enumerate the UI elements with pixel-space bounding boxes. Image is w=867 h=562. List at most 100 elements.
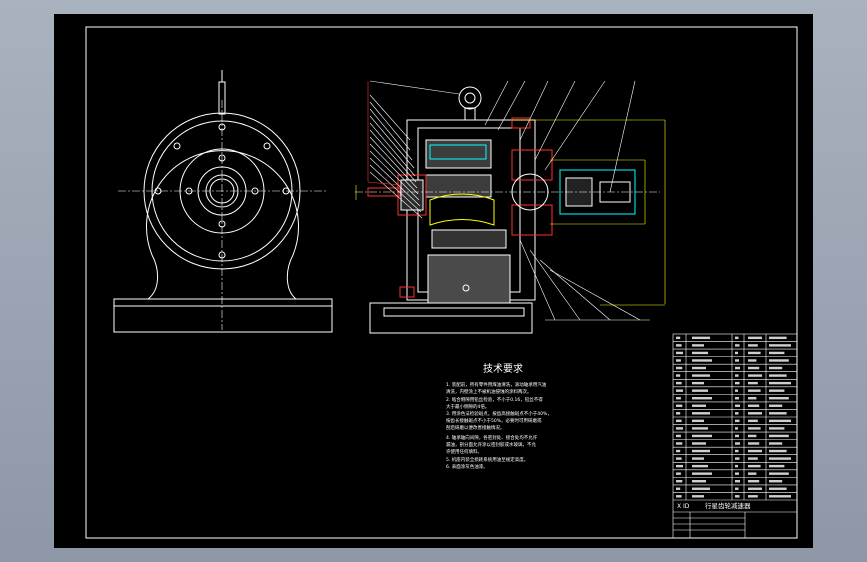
parts-list-cell-mark xyxy=(735,336,739,340)
parts-list-cell-mark xyxy=(676,359,681,362)
parts-list-cell-mark xyxy=(735,351,738,355)
parts-list-cell-mark xyxy=(748,495,758,498)
parts-list-cell-mark xyxy=(735,412,739,415)
tech-note: 1. 装配前，所有零件用煤油清洗，滚动轴承用汽油 xyxy=(446,381,547,388)
parts-list-cell-mark xyxy=(676,472,681,475)
parts-list-cell-mark xyxy=(676,427,683,430)
parts-list-cell-mark xyxy=(692,397,712,400)
tech-note: 许使用任何填料。 xyxy=(446,448,482,455)
parts-list-cell-mark xyxy=(692,389,708,392)
parts-list-cell-mark xyxy=(676,374,681,377)
title-block-prefix: X ID xyxy=(677,503,690,510)
title-block-name: 行星齿轮减速器 xyxy=(705,501,751,510)
parts-list-cell-mark xyxy=(748,366,760,370)
parts-list-cell-mark xyxy=(735,404,740,407)
parts-list-cell-mark xyxy=(769,336,787,340)
parts-list-cell-mark xyxy=(692,472,712,475)
parts-list-cell-mark xyxy=(769,472,789,475)
parts-list-cell-mark xyxy=(676,412,681,415)
parts-list-cell-mark xyxy=(769,487,787,490)
parts-list-cell-mark xyxy=(735,495,740,498)
parts-list-cell-mark xyxy=(676,397,681,400)
parts-list-cell-mark xyxy=(676,366,683,370)
parts-list-cell-mark xyxy=(692,366,706,370)
parts-list-cell-mark xyxy=(769,442,783,445)
parts-list-cell-mark xyxy=(735,419,740,423)
parts-list-cell-mark xyxy=(676,404,683,407)
parts-list-cell-mark xyxy=(748,449,762,453)
parts-list-cell-mark xyxy=(735,472,739,475)
parts-list-cell-mark xyxy=(769,480,783,483)
tech-note: 2. 啮合侧隙用铅丝检验，不小于0.16，铅丝不得 xyxy=(446,396,543,403)
cad-drawing-canvas: 技术要求 1. 装配前，所有零件用煤油清洗，滚动轴承用汽油 清洗，内壁涂上不被机… xyxy=(54,14,813,548)
parts-list-cell-mark xyxy=(748,427,761,430)
parts-list-cell-mark xyxy=(692,336,710,340)
parts-list-cell-mark xyxy=(748,351,761,355)
parts-list-cell-mark xyxy=(735,487,739,490)
parts-list-cell-mark xyxy=(748,344,758,347)
parts-list-cell-mark xyxy=(735,442,740,445)
parts-list-cell-mark xyxy=(735,374,739,377)
parts-list-cell-mark xyxy=(692,434,712,438)
parts-list-cell-mark xyxy=(735,434,739,438)
parts-list-cell-mark xyxy=(676,464,683,468)
parts-list-cell-mark xyxy=(692,464,708,468)
parts-list-cell-mark xyxy=(735,464,738,468)
parts-list-cell-mark xyxy=(735,397,739,400)
parts-list-cell-mark xyxy=(748,397,757,400)
parts-list-cell-mark xyxy=(769,449,787,453)
parts-list-cell-mark xyxy=(769,434,789,438)
parts-list-cell-mark xyxy=(748,412,762,415)
parts-list-cell-mark xyxy=(748,480,760,483)
parts-list-cell-mark xyxy=(692,351,708,355)
parts-list-cell-mark xyxy=(769,381,791,385)
parts-list-cell-mark xyxy=(692,457,704,460)
parts-list-cell-mark xyxy=(692,442,706,445)
parts-list-cell-mark xyxy=(676,449,681,453)
parts-list-cell-mark xyxy=(769,495,791,498)
parts-list-cell-mark xyxy=(692,427,708,430)
parts-list-cell-mark xyxy=(676,389,683,392)
parts-list-cell-mark xyxy=(769,457,791,460)
parts-list-cell-mark xyxy=(676,442,683,445)
tech-note: 3. 用涂色法检验斑点，按齿高接触斑点不小于40%， xyxy=(446,410,552,417)
parts-list-cell-mark xyxy=(769,351,785,355)
tech-requirements-title: 技术要求 xyxy=(483,362,523,375)
parts-list-cell-mark xyxy=(748,442,760,445)
parts-list-cell-mark xyxy=(676,381,682,385)
tech-note: 6. 表面涂灰色油漆。 xyxy=(446,463,488,470)
parts-list-cell-mark xyxy=(676,419,682,423)
parts-list-cell-mark xyxy=(748,472,757,475)
parts-list-cell-mark xyxy=(692,449,710,453)
parts-list-cell-mark xyxy=(692,412,710,415)
parts-list-cell-mark xyxy=(769,464,785,468)
parts-list-cell-mark xyxy=(748,434,757,438)
parts-list-cell-mark xyxy=(692,404,706,407)
parts-list-cell-mark xyxy=(748,389,761,392)
parts-list-cell-mark xyxy=(692,419,704,423)
parts-list-cell-mark xyxy=(692,381,704,385)
parts-list-cell-mark xyxy=(735,389,738,392)
tech-note: 按齿长接触斑点不小于50%，必要时可用研磨或 xyxy=(446,417,542,424)
parts-list-cell-mark xyxy=(769,427,785,430)
parts-list-cell-mark xyxy=(735,381,740,385)
parts-list-cell-mark xyxy=(735,449,739,453)
parts-list-cell-mark xyxy=(748,374,762,377)
parts-list-cell-mark xyxy=(748,487,762,490)
parts-list-cell-mark xyxy=(748,457,758,460)
tech-note: 清洗，内壁涂上不被机油侵蚀的涂料两次。 xyxy=(446,388,532,395)
parts-list-cell-mark xyxy=(769,359,789,362)
parts-list-cell-mark xyxy=(735,427,738,430)
parts-list-cell-mark xyxy=(692,359,712,362)
parts-list-cell-mark xyxy=(769,419,791,423)
parts-list-cell-mark xyxy=(676,336,681,340)
parts-list-cell-mark xyxy=(735,344,740,347)
parts-list-cell-mark xyxy=(748,336,762,340)
parts-list-cell-mark xyxy=(692,344,704,347)
parts-list-cell-mark xyxy=(769,412,787,415)
parts-list-cell-mark xyxy=(748,419,758,423)
parts-list-cell-mark xyxy=(676,480,683,483)
parts-list-cell-mark xyxy=(676,351,683,355)
parts-list-cell-mark xyxy=(769,397,789,400)
parts-list-cell-mark xyxy=(676,434,681,438)
